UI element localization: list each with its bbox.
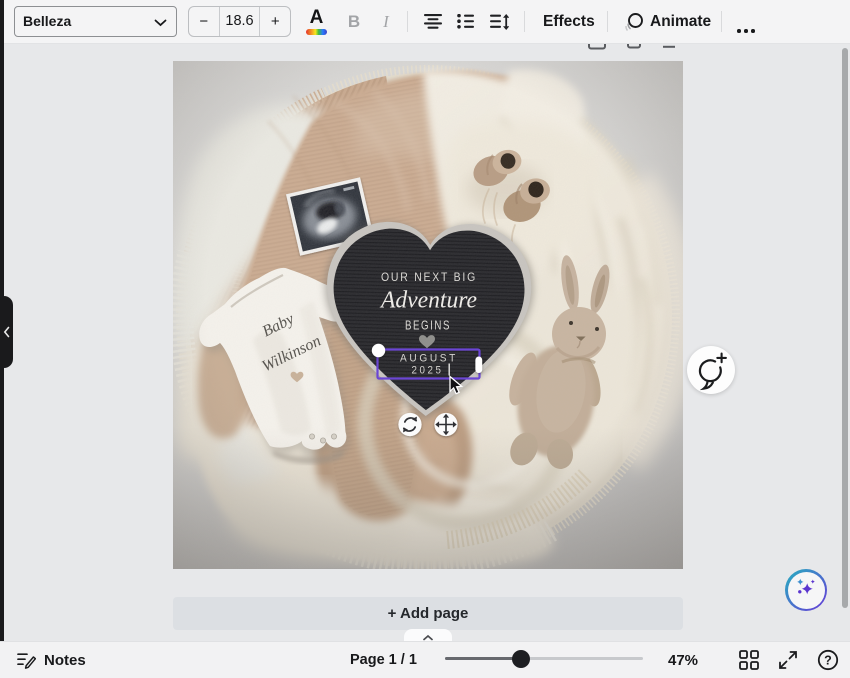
svg-text:?: ? <box>824 654 832 668</box>
